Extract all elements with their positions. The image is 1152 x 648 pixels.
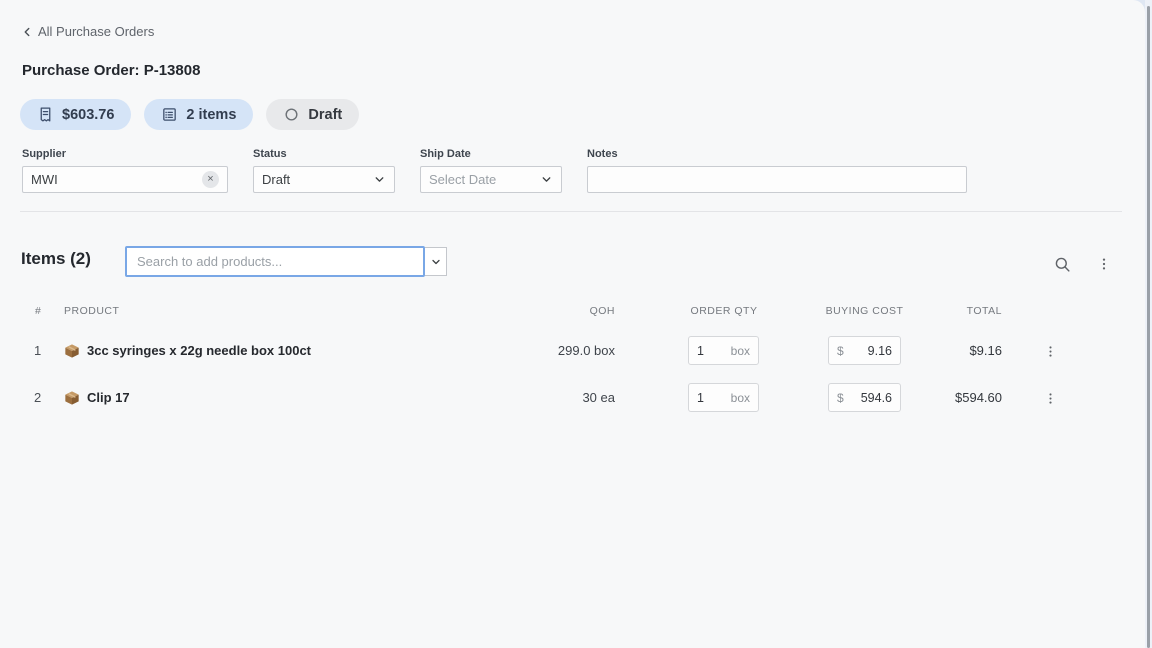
product-cell: Clip 17 <box>64 375 130 421</box>
row-number: 2 <box>34 375 41 421</box>
buying-cost-value: 594.6 <box>861 391 892 405</box>
section-divider <box>20 211 1122 212</box>
buying-cost-input[interactable]: $ 594.6 <box>828 383 901 412</box>
row-number: 1 <box>34 328 41 374</box>
status-select[interactable]: Draft <box>253 166 395 193</box>
supplier-field: Supplier MWI × <box>22 148 228 193</box>
total-cost-value: $603.76 <box>62 107 114 123</box>
item-count-value: 2 items <box>186 107 236 123</box>
col-header-qoh: QOH <box>500 305 615 317</box>
row-total: $594.60 <box>920 375 1002 421</box>
col-header-num: # <box>35 305 41 317</box>
buying-cost-input[interactable]: $ 9.16 <box>828 336 901 365</box>
order-qty-input[interactable]: 1 box <box>688 383 759 412</box>
ship-date-placeholder: Select Date <box>429 172 496 187</box>
ship-date-field: Ship Date Select Date <box>420 148 562 193</box>
summary-badges: $603.76 2 items Draft <box>20 99 359 130</box>
qoh-value: 299.0 box <box>500 328 615 374</box>
status-field: Status Draft <box>253 148 395 193</box>
currency-symbol: $ <box>837 344 844 358</box>
total-cost-badge: $603.76 <box>20 99 131 130</box>
list-icon <box>161 106 178 123</box>
add-product-search <box>125 246 447 277</box>
supplier-input[interactable]: MWI × <box>22 166 228 193</box>
chevron-down-icon <box>373 173 386 186</box>
product-cell: 3cc syringes x 22g needle box 100ct <box>64 328 311 374</box>
status-badge: Draft <box>266 99 359 130</box>
search-icon <box>1053 255 1072 274</box>
page-title: Purchase Order: P-13808 <box>22 62 200 79</box>
item-count-badge: 2 items <box>144 99 253 130</box>
kebab-icon <box>1043 391 1058 406</box>
scrollbar[interactable] <box>1147 6 1150 648</box>
package-icon <box>64 390 80 406</box>
purchase-order-page: All Purchase Orders Purchase Order: P-13… <box>0 0 1145 648</box>
chevron-down-icon <box>540 173 553 186</box>
col-header-buying-cost: BUYING COST <box>818 305 911 317</box>
buying-cost-value: 9.16 <box>868 344 892 358</box>
items-table-header: # PRODUCT QOH ORDER QTY BUYING COST TOTA… <box>0 305 1145 321</box>
search-items-button[interactable] <box>1048 250 1076 278</box>
supplier-label: Supplier <box>22 148 228 160</box>
add-product-dropdown-button[interactable] <box>425 247 447 276</box>
supplier-clear-button[interactable]: × <box>202 171 219 188</box>
breadcrumb-label: All Purchase Orders <box>38 24 154 39</box>
row-menu-button[interactable] <box>1038 382 1062 414</box>
col-header-total: TOTAL <box>920 305 1002 317</box>
breadcrumb-back-link[interactable]: All Purchase Orders <box>20 24 154 39</box>
order-qty-input[interactable]: 1 box <box>688 336 759 365</box>
table-row: 2 Clip 17 30 ea 1 box $ 594.6 $594.60 <box>0 375 1145 421</box>
status-selected-value: Draft <box>262 172 290 187</box>
row-menu-button[interactable] <box>1038 335 1062 367</box>
kebab-icon <box>1043 344 1058 359</box>
chevron-down-icon <box>430 256 442 268</box>
order-qty-unit: box <box>731 391 750 405</box>
add-product-search-input[interactable] <box>125 246 425 277</box>
ship-date-label: Ship Date <box>420 148 562 160</box>
notes-label: Notes <box>587 148 967 160</box>
row-total: $9.16 <box>920 328 1002 374</box>
product-name-link[interactable]: 3cc syringes x 22g needle box 100ct <box>87 328 311 374</box>
kebab-icon <box>1096 256 1112 272</box>
items-section-heading: Items (2) <box>21 249 91 269</box>
order-qty-value: 1 <box>697 344 704 358</box>
col-header-product: PRODUCT <box>64 305 119 317</box>
qoh-value: 30 ea <box>500 375 615 421</box>
items-section-menu-button[interactable] <box>1090 250 1118 278</box>
order-qty-value: 1 <box>697 391 704 405</box>
package-icon <box>64 343 80 359</box>
order-qty-unit: box <box>731 344 750 358</box>
table-row: 1 3cc syringes x 22g needle box 100ct 29… <box>0 328 1145 374</box>
status-badge-label: Draft <box>308 107 342 123</box>
currency-symbol: $ <box>837 391 844 405</box>
status-label: Status <box>253 148 395 160</box>
notes-field: Notes <box>587 148 967 193</box>
product-name-link[interactable]: Clip 17 <box>87 375 130 421</box>
chevron-left-icon <box>20 25 34 39</box>
notes-input[interactable] <box>587 166 967 193</box>
ship-date-select[interactable]: Select Date <box>420 166 562 193</box>
circle-outline-icon <box>283 106 300 123</box>
supplier-value: MWI <box>31 172 58 187</box>
receipt-icon <box>37 106 54 123</box>
col-header-order-qty: ORDER QTY <box>680 305 768 317</box>
